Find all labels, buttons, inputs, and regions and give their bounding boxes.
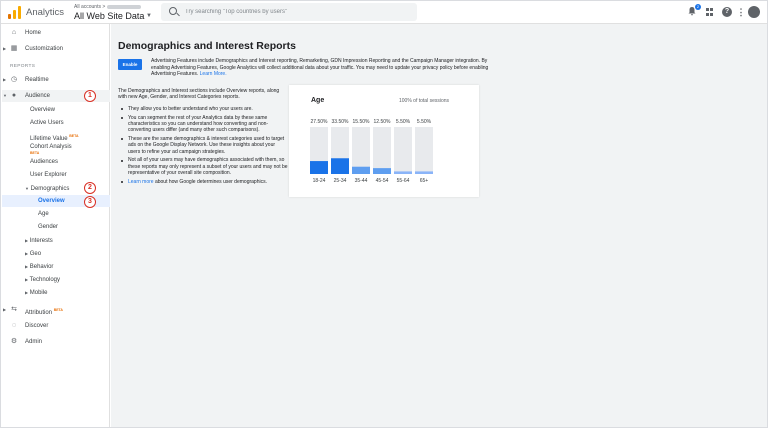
bar-35-44[interactable] — [352, 166, 370, 174]
chevron-right-icon: ▶ — [25, 290, 29, 295]
bar-25-34[interactable] — [331, 158, 349, 174]
lightbulb-icon: ◌ — [11, 322, 17, 329]
chevron-right-icon: ▶ — [25, 264, 29, 269]
customization-grid-icon: ▦ — [10, 45, 18, 52]
data-label-65+: 5.50% — [417, 119, 432, 125]
list-item: Not all of your users may have demograph… — [118, 157, 288, 176]
sidebar-item-lifetime-value[interactable]: Lifetime Value BETA — [30, 131, 79, 142]
chevron-right-icon: ▶ — [25, 251, 29, 256]
account-dropdown-icon[interactable]: ▼ — [146, 13, 152, 19]
sidebar-item-customization[interactable]: ▶ ▦ Customization — [1, 43, 110, 55]
analytics-logo-icon[interactable] — [8, 6, 22, 19]
sidebar-item-technology[interactable]: ▶ Technology — [25, 274, 60, 285]
sidebar-item-discover[interactable]: ◌ Discover — [1, 320, 110, 332]
description-text: The Demographics and Interest sections i… — [118, 88, 280, 101]
sidebar-item-gender[interactable]: Gender — [38, 222, 58, 233]
tick-label-18-24: 18-24 — [313, 178, 326, 184]
chevron-right-icon: ▶ — [3, 77, 7, 82]
search-icon — [169, 7, 177, 15]
account-selector[interactable]: All Web Site Data — [74, 11, 144, 21]
sidebar-item-audiences[interactable]: Audiences — [30, 157, 58, 168]
beta-badge: BETA — [30, 151, 40, 155]
enable-button[interactable]: Enable — [118, 59, 142, 70]
sidebar-item-geo[interactable]: ▶ Geo — [25, 248, 41, 259]
callout-3: 3 — [84, 196, 96, 208]
sidebar-item-age[interactable]: Age — [38, 209, 49, 220]
intro-text: Advertising Features include Demographic… — [151, 58, 489, 78]
data-label-25-34: 33.50% — [332, 119, 350, 125]
chevron-right-icon: ▶ — [3, 307, 7, 312]
app-title: Analytics — [26, 7, 65, 18]
learn-more-demographics-link[interactable]: Learn more — [128, 179, 154, 185]
list-item: Learn more about how Google determines u… — [118, 179, 288, 185]
bar-55-64[interactable] — [394, 171, 412, 174]
list-item: They allow you to better understand who … — [118, 106, 288, 112]
clock-icon: ◷ — [10, 76, 18, 83]
search-box[interactable] — [161, 3, 417, 21]
top-bar: Analytics All accounts > All Web Site Da… — [1, 1, 767, 24]
bullet-list: They allow you to better understand who … — [118, 106, 288, 187]
sidebar-item-interests[interactable]: ▶ Interests — [25, 235, 53, 246]
notifications-bell-icon[interactable]: 2 — [686, 4, 701, 18]
chevron-right-icon: ▶ — [3, 46, 7, 51]
tick-label-25-34: 25-34 — [334, 178, 347, 184]
list-item: These are the same demographics & intere… — [118, 136, 288, 155]
callout-2: 2 — [84, 182, 96, 194]
data-label-35-44: 15.50% — [353, 119, 371, 125]
age-bar-chart: 27.50% 18-24 33.50% 25-34 15.50% 35-44 12.50% 4… — [310, 119, 433, 184]
tick-label-55-64: 55-64 — [397, 178, 410, 184]
apps-grid-icon[interactable] — [703, 6, 715, 18]
sidebar-item-demographics[interactable]: ▼ Demographics — [25, 183, 69, 194]
tick-label-65+: 65+ — [420, 178, 429, 184]
age-chart-card: Age 100% of total sessions 27.50% 18-24 33… — [289, 85, 479, 197]
bar-track-55-64 — [394, 127, 412, 174]
search-input[interactable] — [185, 6, 405, 18]
data-label-55-64: 5.50% — [396, 119, 411, 125]
beta-badge: BETA — [69, 134, 79, 138]
data-label-18-24: 27.50% — [311, 119, 329, 125]
page-title: Demographics and Interest Reports — [118, 40, 296, 52]
account-breadcrumb[interactable]: All accounts > — [74, 4, 142, 10]
chevron-right-icon: ▶ — [25, 277, 29, 282]
bar-track-65+ — [415, 127, 433, 174]
gear-icon: ⚙ — [10, 338, 18, 345]
sidebar-item-user-explorer[interactable]: User Explorer — [30, 170, 67, 181]
tick-label-45-54: 45-54 — [376, 178, 389, 184]
chevron-down-icon: ▼ — [25, 186, 29, 191]
list-item: You can segment the rest of your Analyti… — [118, 115, 288, 134]
sidebar-item-demographics-overview[interactable]: Overview — [38, 196, 65, 207]
sidebar-item-home[interactable]: ⌂ Home — [1, 27, 110, 39]
sidebar-item-mobile[interactable]: ▶ Mobile — [25, 287, 47, 298]
person-icon: ● — [11, 92, 17, 99]
sidebar: ⌂ Home ▶ ▦ Customization REPORTS ▶ ◷ Rea… — [1, 24, 110, 427]
learn-more-link[interactable]: Learn More. — [200, 71, 227, 77]
tick-label-35-44: 35-44 — [355, 178, 368, 184]
data-label-45-54: 12.50% — [374, 119, 392, 125]
reports-section-label: REPORTS — [10, 64, 36, 69]
bar-18-24[interactable] — [310, 161, 328, 174]
more-options-icon[interactable]: ⋮ — [735, 6, 747, 18]
sidebar-item-behavior[interactable]: ▶ Behavior — [25, 261, 53, 272]
home-icon: ⌂ — [11, 29, 17, 36]
sidebar-item-audience-overview[interactable]: Overview — [30, 105, 55, 116]
bar-45-54[interactable] — [373, 168, 391, 174]
chevron-down-icon: ▼ — [3, 93, 7, 98]
callout-1: 1 — [84, 90, 96, 102]
bar-track-45-54 — [373, 127, 391, 174]
chevron-right-icon: ▶ — [25, 238, 29, 243]
sidebar-item-attribution[interactable]: ▶ ⇆ Attribution BETA — [1, 304, 110, 316]
sidebar-item-admin[interactable]: ⚙ Admin — [1, 336, 110, 348]
beta-badge: BETA — [53, 308, 63, 312]
redacted-account — [107, 4, 142, 9]
notification-count-badge: 2 — [695, 4, 701, 10]
bar-65+[interactable] — [415, 171, 433, 174]
attribution-icon: ⇆ — [11, 306, 17, 313]
sidebar-item-realtime[interactable]: ▶ ◷ Realtime — [1, 74, 110, 86]
sidebar-item-active-users[interactable]: Active Users — [30, 118, 64, 129]
help-icon[interactable]: ? — [722, 7, 732, 17]
avatar[interactable] — [748, 6, 760, 18]
main-content: Demographics and Interest Reports Enable… — [111, 24, 767, 427]
